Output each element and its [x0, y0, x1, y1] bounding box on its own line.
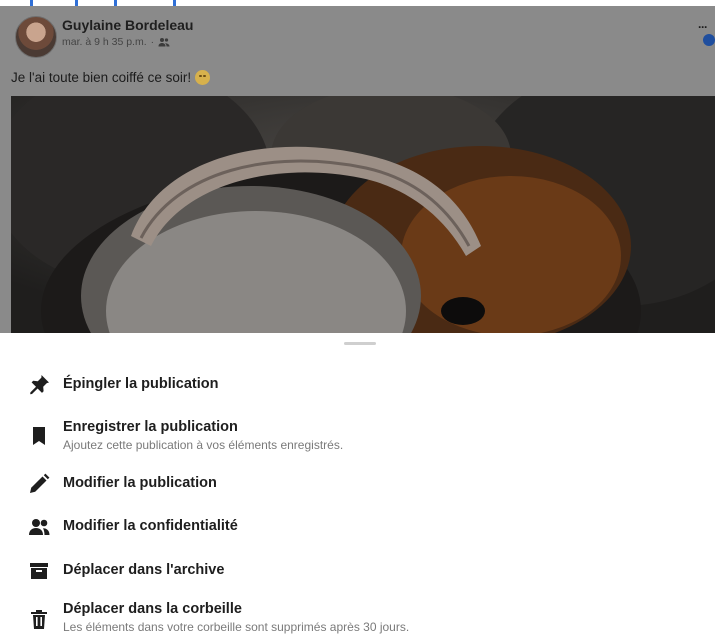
menu-item-move-to-archive[interactable]: Déplacer dans l'archive: [0, 559, 715, 585]
post-photo[interactable]: [11, 96, 715, 333]
sheet-drag-handle[interactable]: [344, 342, 376, 345]
more-options-icon: ···: [698, 20, 708, 34]
menu-item-edit-post[interactable]: Modifier la publication: [0, 472, 715, 498]
menu-item-edit-privacy[interactable]: Modifier la confidentialité: [0, 515, 715, 541]
menu-item-label: Déplacer dans la corbeille: [63, 601, 242, 617]
menu-item-label: Modifier la publication: [63, 475, 217, 491]
menu-item-move-to-trash[interactable]: Déplacer dans la corbeille Les éléments …: [0, 598, 715, 638]
menu-item-label: Modifier la confidentialité: [63, 518, 238, 534]
pencil-icon: [27, 472, 51, 496]
post-caption: Je l'ai toute bien coiffé ce soir!: [11, 70, 211, 85]
pin-icon: [27, 373, 51, 397]
dog-photo-illustration: [11, 96, 715, 333]
people-icon: [27, 515, 51, 539]
trash-icon: [27, 608, 51, 632]
top-edge-marks: [0, 0, 715, 6]
touch-indicator: [703, 34, 715, 46]
menu-item-description: Les éléments dans votre corbeille sont s…: [63, 620, 410, 634]
dimmed-post[interactable]: Guylaine Bordeleau mar. à 9 h 35 p.m. · …: [0, 6, 715, 333]
menu-item-pin-post[interactable]: Épingler la publication: [0, 373, 715, 399]
meta-separator: ·: [150, 36, 155, 48]
author-avatar[interactable]: [15, 16, 57, 58]
bookmark-icon: [27, 424, 51, 448]
post-timestamp[interactable]: mar. à 9 h 35 p.m.: [62, 36, 147, 48]
author-name[interactable]: Guylaine Bordeleau: [62, 17, 193, 33]
smiling-face-emoji-icon: [195, 70, 211, 85]
menu-item-save-post[interactable]: Enregistrer la publication Ajoutez cette…: [0, 416, 715, 456]
menu-item-description: Ajoutez cette publication à vos éléments…: [63, 438, 344, 452]
options-bottom-sheet: Épingler la publication Enregistrer la p…: [0, 333, 715, 639]
menu-item-label: Déplacer dans l'archive: [63, 562, 225, 578]
more-options-button[interactable]: ···: [691, 14, 715, 46]
post-meta: mar. à 9 h 35 p.m. ·: [62, 36, 170, 48]
post-header: Guylaine Bordeleau mar. à 9 h 35 p.m. · …: [0, 6, 715, 94]
friends-icon: [158, 37, 170, 47]
menu-item-label: Épingler la publication: [63, 376, 219, 392]
menu-item-label: Enregistrer la publication: [63, 419, 238, 435]
caption-text: Je l'ai toute bien coiffé ce soir!: [11, 70, 192, 85]
archive-icon: [27, 559, 51, 583]
